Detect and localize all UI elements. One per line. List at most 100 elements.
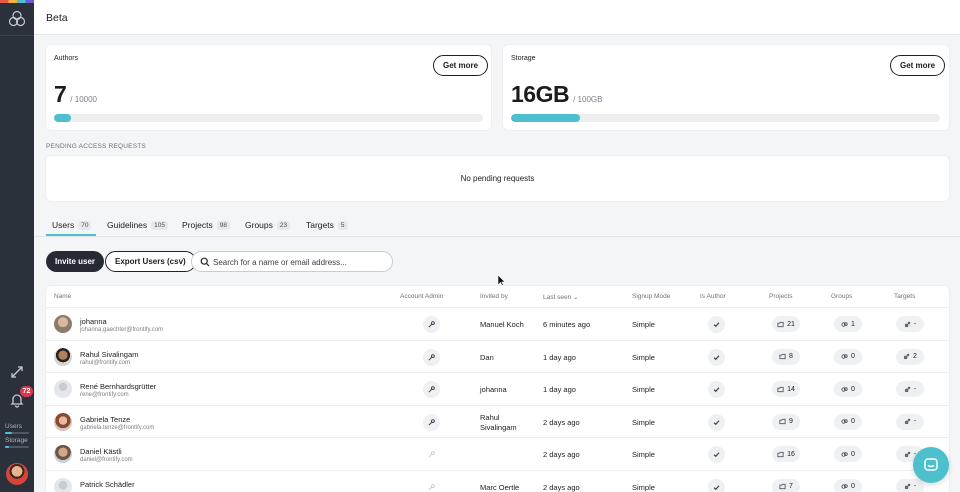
authors-max: / 10000 [70, 95, 97, 104]
targets-count: - [913, 385, 917, 393]
folder-icon [779, 483, 786, 490]
user-email: gabriela.tenze@frontify.com [80, 424, 155, 431]
avatar [54, 412, 72, 431]
account-admin-toggle-wrench-icon[interactable] [423, 479, 440, 492]
is-author-check-icon[interactable] [708, 413, 725, 431]
table-row[interactable]: Patrick Schädler Marc Oertle 2 days ago … [46, 471, 949, 492]
signup-mode: Simple [632, 385, 655, 394]
storage-progress [511, 114, 940, 122]
authors-label: Authors [54, 55, 79, 62]
user-name[interactable]: René Bernhardsgrütter [80, 382, 156, 391]
account-admin-toggle-wrench-icon[interactable] [423, 348, 440, 366]
targets-count: 2 [913, 353, 917, 360]
invite-user-button[interactable]: Invite user [46, 251, 105, 272]
user-avatar[interactable] [6, 463, 28, 485]
targets-count-pill[interactable]: - [896, 381, 924, 397]
storage-get-more-button[interactable]: Get more [890, 55, 946, 76]
groups-count-pill[interactable]: 0 [834, 413, 862, 430]
folder-icon [779, 418, 786, 425]
is-author-check-icon[interactable] [708, 446, 725, 463]
table-row[interactable]: Daniel Kästli daniel@frontify.com 2 days… [46, 438, 949, 471]
brand-stripe [0, 0, 34, 3]
projects-count-pill[interactable]: 16 [772, 446, 800, 462]
sidebar-storage-bar [5, 446, 29, 448]
col-last-seen[interactable]: Last seen ⌄ [543, 293, 578, 301]
is-author-check-icon[interactable] [708, 316, 725, 333]
target-icon [903, 353, 910, 360]
is-author-check-icon[interactable] [708, 348, 725, 366]
chat-launcher-button[interactable] [913, 447, 949, 483]
user-name[interactable]: johanna [80, 317, 107, 326]
last-seen: 1 day ago [543, 352, 576, 362]
frontify-logo-icon[interactable] [8, 10, 26, 28]
targets-count-pill[interactable]: - [896, 413, 924, 430]
col-account-admin[interactable]: Account Admin [400, 293, 443, 300]
search-icon [200, 257, 210, 267]
avatar [54, 445, 72, 463]
sidebar-users-label: Users [5, 423, 22, 430]
col-signup-mode[interactable]: Signup Mode [632, 293, 670, 300]
groups-count-pill[interactable]: 0 [834, 381, 862, 397]
group-icon [841, 321, 848, 328]
folder-icon [777, 451, 784, 458]
tab-guidelines[interactable]: Guidelines 105 [107, 220, 169, 230]
authors-progress-fill [54, 114, 72, 122]
expand-icon[interactable] [9, 364, 25, 380]
user-search[interactable] [191, 251, 393, 272]
projects-count-pill[interactable]: 7 [772, 478, 800, 492]
signup-mode: Simple [632, 482, 655, 492]
col-groups[interactable]: Groups [831, 293, 852, 300]
top-header: Beta [34, 0, 960, 35]
is-author-check-icon[interactable] [708, 381, 725, 398]
user-name[interactable]: Gabriela Tenze [80, 415, 130, 424]
targets-count-pill[interactable]: - [896, 478, 924, 492]
tab-targets[interactable]: Targets 5 [306, 220, 348, 230]
invited-by: Rahul Sivalingam [480, 413, 517, 433]
tab-users[interactable]: Users 70 [52, 220, 92, 230]
account-admin-toggle-wrench-icon[interactable] [423, 446, 440, 463]
target-icon [904, 321, 911, 328]
col-invited-by[interactable]: Invited by [480, 293, 508, 300]
tab-groups[interactable]: Groups 23 [245, 220, 291, 230]
groups-count-pill[interactable]: 0 [834, 478, 862, 492]
projects-count-pill[interactable]: 8 [772, 348, 800, 365]
user-name[interactable]: Daniel Kästli [80, 447, 122, 456]
sidebar-users-bar [5, 432, 29, 434]
tab-groups-count: 23 [276, 220, 291, 230]
table-row[interactable]: johanna johanna.gaechter@frontify.com Ma… [46, 308, 949, 341]
pending-requests-heading: PENDING ACCESS REQUESTS [46, 143, 146, 150]
col-targets[interactable]: Targets [894, 293, 915, 300]
group-icon [841, 353, 848, 360]
groups-count-pill[interactable]: 0 [834, 446, 862, 462]
authors-value: 7/ 10000 [54, 81, 97, 108]
groups-count-pill[interactable]: 0 [834, 348, 862, 365]
is-author-check-icon[interactable] [708, 478, 725, 492]
target-icon [904, 418, 911, 425]
projects-count-pill[interactable]: 14 [772, 381, 800, 397]
projects-count-pill[interactable]: 9 [772, 413, 800, 430]
projects-count-pill[interactable]: 21 [772, 316, 800, 332]
account-admin-toggle-wrench-icon[interactable] [423, 413, 440, 431]
table-row[interactable]: René Bernhardsgrütter rene@frontify.com … [46, 373, 949, 406]
table-row[interactable]: Rahul Sivalingam rahul@frontify.com Dan … [46, 341, 949, 373]
col-projects[interactable]: Projects [769, 293, 792, 300]
account-admin-toggle-wrench-icon[interactable] [423, 381, 440, 398]
groups-count: 0 [851, 483, 855, 490]
col-name[interactable]: Name [54, 293, 71, 300]
export-users-button[interactable]: Export Users (csv) [105, 251, 196, 272]
user-name[interactable]: Patrick Schädler [80, 480, 135, 489]
sidebar-storage-fill [5, 446, 9, 448]
authors-get-more-button[interactable]: Get more [433, 55, 489, 76]
search-input[interactable] [213, 255, 388, 269]
table-row[interactable]: Gabriela Tenze gabriela.tenze@frontify.c… [46, 406, 949, 438]
page-title: Beta [46, 12, 68, 24]
user-name[interactable]: Rahul Sivalingam [80, 350, 138, 359]
targets-count-pill[interactable]: 2 [896, 348, 924, 365]
groups-count-pill[interactable]: 1 [834, 316, 862, 332]
account-admin-toggle-wrench-icon[interactable] [423, 316, 440, 333]
last-seen: 2 days ago [543, 482, 580, 492]
targets-count-pill[interactable]: - [896, 316, 924, 332]
tab-projects[interactable]: Projects 98 [182, 220, 230, 230]
col-is-author[interactable]: Is Author [700, 293, 726, 300]
group-icon [841, 451, 848, 458]
